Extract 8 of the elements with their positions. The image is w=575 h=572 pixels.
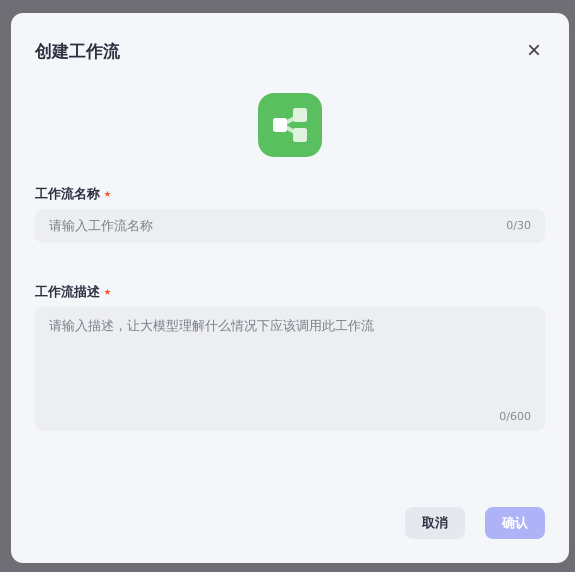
close-button[interactable]: × — [522, 39, 545, 63]
char-counter: 0/30 — [506, 219, 531, 232]
dialog-title: 创建工作流 — [35, 40, 120, 62]
workflow-icon — [258, 93, 322, 157]
char-counter: 0/600 — [499, 410, 531, 423]
cancel-button[interactable]: 取消 — [405, 507, 465, 539]
field-label: 工作流名称 — [35, 186, 100, 203]
field-label: 工作流描述 — [35, 284, 100, 301]
